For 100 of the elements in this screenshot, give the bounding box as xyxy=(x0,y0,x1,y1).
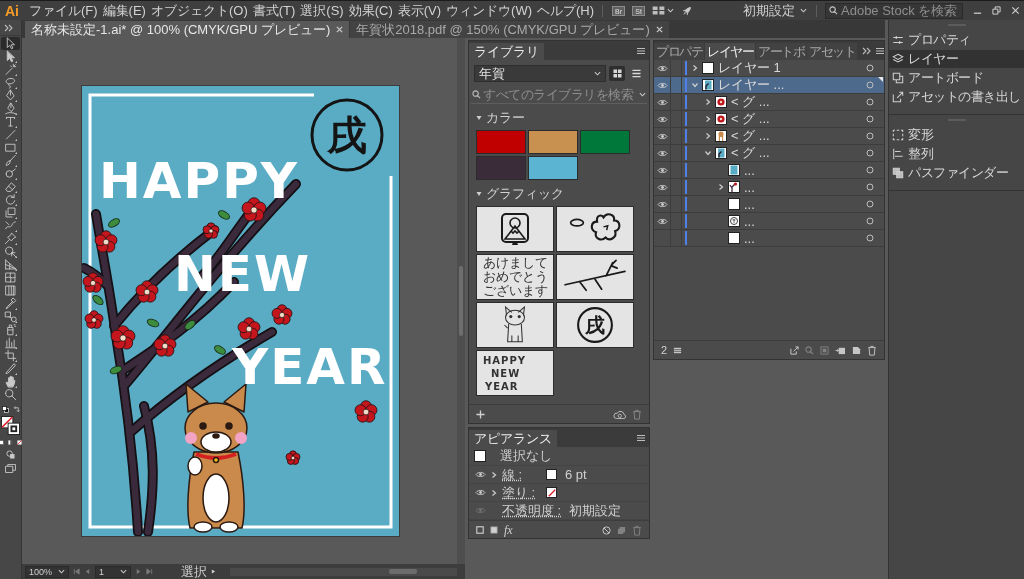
double-chevron-icon[interactable] xyxy=(4,23,13,32)
color-swatch[interactable] xyxy=(528,130,578,154)
trash-icon[interactable] xyxy=(867,344,877,356)
layer-row[interactable]: ... xyxy=(654,162,884,179)
menu-item[interactable]: 編集(E) xyxy=(100,1,148,20)
effects-button[interactable]: fx xyxy=(504,522,513,538)
graphic-thumbnail[interactable]: あけましておめでとうございます xyxy=(476,254,554,300)
close-icon[interactable] xyxy=(336,26,344,33)
layer-row[interactable]: レイヤー ... xyxy=(654,77,884,94)
circle-icon[interactable] xyxy=(866,200,874,208)
menu-item[interactable]: 表示(V) xyxy=(395,1,444,20)
eye-icon[interactable] xyxy=(656,183,668,191)
layer-row[interactable]: < グ ... xyxy=(654,145,884,162)
menu-item[interactable]: ファイル(F) xyxy=(27,1,100,20)
two-windows-icon[interactable] xyxy=(5,464,16,473)
panel-tab[interactable]: ライブラリ xyxy=(469,43,544,60)
circle-icon[interactable] xyxy=(866,183,874,191)
chevron-icon[interactable] xyxy=(490,488,498,497)
layer-row[interactable]: < グ ... xyxy=(654,94,884,111)
chevron-icon[interactable] xyxy=(704,98,712,106)
properties-panel-button[interactable]: プロパティ xyxy=(889,31,1024,49)
grid-view-button[interactable] xyxy=(609,66,625,81)
page-icon[interactable] xyxy=(852,345,861,355)
color-swatch[interactable] xyxy=(476,156,526,180)
menu-item[interactable]: オブジェクト(O) xyxy=(148,1,250,20)
last-artboard-icon[interactable] xyxy=(146,568,153,575)
layer-row[interactable]: ... xyxy=(654,213,884,230)
panel-tab[interactable]: レイヤー xyxy=(705,43,755,60)
export-panel-button[interactable]: アセットの書き出し xyxy=(889,88,1024,106)
artboard-number-field[interactable]: 1 xyxy=(95,565,131,578)
stock-search-field[interactable]: Adobe Stock を検索 xyxy=(825,2,963,19)
eye-icon[interactable] xyxy=(656,81,668,89)
circle-icon[interactable] xyxy=(866,166,874,174)
attribute-link[interactable]: 不透明度 : xyxy=(502,501,562,520)
graphic-thumbnail[interactable]: 戌 xyxy=(556,302,634,348)
layer-row[interactable]: < グ ... xyxy=(654,111,884,128)
slashed-square-icon[interactable] xyxy=(17,440,22,445)
workspace-switcher[interactable]: 初期設定 xyxy=(740,1,810,20)
scrollbar-track[interactable] xyxy=(457,38,465,564)
attribute-link[interactable]: 塗り : xyxy=(502,483,536,502)
section-title[interactable]: グラフィック xyxy=(486,185,564,203)
selection-tool[interactable] xyxy=(1,37,20,50)
scrollbar-thumb[interactable] xyxy=(389,569,417,574)
chevron-icon[interactable] xyxy=(704,149,712,157)
zoom-field[interactable]: 100% xyxy=(25,565,69,578)
layer-row[interactable]: < グ ... xyxy=(654,128,884,145)
eye-icon[interactable] xyxy=(656,64,668,72)
previous-artboard-icon[interactable] xyxy=(84,568,91,575)
menu-icon[interactable] xyxy=(636,46,646,55)
menu-item[interactable]: ヘルプ(H) xyxy=(535,1,597,20)
color-swatch[interactable] xyxy=(580,130,630,154)
eye-icon[interactable] xyxy=(656,149,668,157)
filled-square-icon[interactable] xyxy=(490,526,498,534)
disclosure-triangle-icon[interactable] xyxy=(476,191,482,197)
default-colors-icon[interactable] xyxy=(1,406,9,413)
eye-icon[interactable] xyxy=(656,132,668,140)
chevron-icon[interactable] xyxy=(490,470,498,479)
disclosure-triangle-icon[interactable] xyxy=(476,115,482,121)
layer-row[interactable]: ... xyxy=(654,230,884,247)
double-chevron-icon[interactable] xyxy=(862,46,871,55)
close-icon[interactable] xyxy=(655,26,663,33)
menu-icon[interactable] xyxy=(636,433,646,442)
circle-icon[interactable] xyxy=(866,64,874,72)
color-swatch-icon[interactable] xyxy=(546,469,557,480)
eye-icon[interactable] xyxy=(656,98,668,106)
visibility-toggle[interactable] xyxy=(654,128,671,144)
status-text[interactable]: 選択 xyxy=(181,564,207,579)
graphic-thumbnail[interactable] xyxy=(476,206,554,252)
no-color-swatch-icon[interactable] xyxy=(546,487,557,498)
first-artboard-icon[interactable] xyxy=(73,568,80,575)
layer-row[interactable]: ... xyxy=(654,179,884,196)
play-triangle-icon[interactable] xyxy=(211,569,216,574)
eye-icon[interactable] xyxy=(474,489,486,496)
chevron-icon[interactable] xyxy=(704,132,712,140)
circle-icon[interactable] xyxy=(866,234,874,242)
circle-icon[interactable] xyxy=(866,217,874,225)
color-swatch[interactable] xyxy=(476,130,526,154)
no-sign-icon[interactable] xyxy=(602,525,611,535)
visibility-toggle[interactable] xyxy=(654,179,671,195)
eye-icon[interactable] xyxy=(474,471,486,478)
graphic-thumbnail[interactable]: HAPPY NEW YEAR xyxy=(476,350,554,396)
circle-icon[interactable] xyxy=(866,98,874,106)
attribute-link[interactable]: 線 : xyxy=(502,465,536,484)
scrollbar-track[interactable] xyxy=(230,567,457,576)
document-tab[interactable]: 名称未設定-1.ai* @ 100% (CMYK/GPU プレビュー) xyxy=(25,21,350,38)
eye-icon[interactable] xyxy=(656,166,668,174)
eye-icon[interactable] xyxy=(656,115,668,123)
export-icon[interactable] xyxy=(790,345,799,355)
panel-tab[interactable]: アセット xyxy=(807,43,857,60)
library-dropdown[interactable]: 年賀 xyxy=(474,65,606,82)
visibility-toggle[interactable] xyxy=(654,111,671,127)
layers-panel-button[interactable]: レイヤー xyxy=(889,50,1024,68)
menu-item[interactable]: ウィンドウ(W) xyxy=(444,1,534,20)
visibility-toggle[interactable] xyxy=(654,77,671,93)
scrollbar-thumb[interactable] xyxy=(459,266,463,336)
document-tab[interactable]: 年賀状2018.pdf @ 150% (CMYK/GPU プレビュー) xyxy=(350,21,669,38)
plus-icon[interactable] xyxy=(476,409,485,419)
layer-row[interactable]: ... xyxy=(654,196,884,213)
menu-item[interactable]: 選択(S) xyxy=(298,1,346,20)
visibility-toggle[interactable] xyxy=(654,145,671,161)
